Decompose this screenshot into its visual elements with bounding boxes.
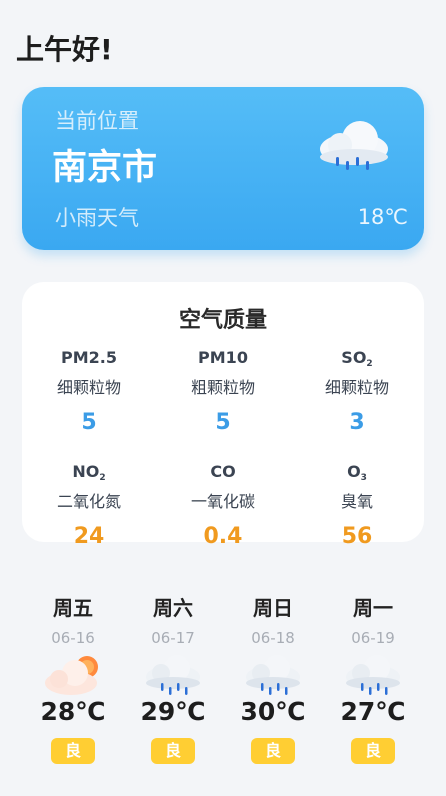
aq-desc: 臭氧 (340, 492, 373, 511)
aq-item-co: CO 一氧化碳 0.4 (163, 462, 283, 549)
aq-name: CO (210, 462, 236, 481)
aq-item-no2: NO2 二氧化氮 24 (29, 462, 149, 549)
city-name: 南京市 (52, 148, 158, 188)
aq-desc: 一氧化碳 (190, 492, 255, 511)
air-quality-badge: 良 (351, 738, 395, 764)
rain-cloud-icon (320, 121, 388, 170)
aq-desc: 细颗粒物 (56, 378, 121, 397)
forecast-day[interactable]: 周六 06-17 29℃ 良 (123, 592, 223, 764)
air-quality-card: 空气质量 PM2.5 细颗粒物 5 PM10 粗颗粒物 5 SO2 细颗粒物 3… (22, 282, 424, 549)
aq-desc: 细颗粒物 (324, 378, 389, 397)
aq-value: 56 (341, 524, 373, 549)
forecast-temperature: 29℃ (140, 697, 206, 726)
forecast-weekday: 周日 (253, 596, 293, 620)
weather-description: 小雨天气 (55, 206, 139, 230)
rain-cloud-icon (246, 655, 300, 695)
rain-cloud-icon (146, 655, 200, 695)
aq-name: PM10 (198, 348, 248, 367)
aq-name: NO2 (72, 462, 106, 483)
aq-value: 0.4 (203, 524, 243, 549)
aq-item-o3: O3 臭氧 56 (297, 462, 417, 549)
aq-value: 24 (73, 524, 105, 549)
aq-item-so2: SO2 细颗粒物 3 (297, 348, 417, 435)
location-label: 当前位置 (55, 109, 139, 133)
forecast-weekday: 周一 (353, 596, 393, 620)
air-quality-badge: 良 (251, 738, 295, 764)
sun-cloud-icon (45, 656, 98, 695)
forecast-day[interactable]: 周日 06-18 30℃ 良 (223, 592, 323, 764)
forecast-weekday: 周五 (53, 596, 93, 620)
forecast-temperature: 30℃ (240, 697, 306, 726)
aq-item-pm25: PM2.5 细颗粒物 5 (29, 348, 149, 435)
current-location-card[interactable]: 当前位置 南京市 小雨天气 18℃ (22, 87, 424, 250)
aq-name: O3 (347, 462, 367, 483)
air-quality-title: 空气质量 (178, 308, 267, 333)
aq-item-pm10: PM10 粗颗粒物 5 (163, 348, 283, 435)
aq-name: SO2 (341, 348, 373, 369)
forecast-day[interactable]: 周五 06-16 28℃ 良 (23, 592, 123, 764)
aq-value: 5 (215, 410, 231, 435)
aq-name: PM2.5 (61, 348, 117, 367)
forecast-date: 06-18 (251, 629, 295, 647)
air-quality-badge: 良 (151, 738, 195, 764)
air-quality-badge: 良 (51, 738, 95, 764)
aq-desc: 二氧化氮 (56, 492, 121, 511)
forecast-day[interactable]: 周一 06-19 27℃ 良 (323, 592, 423, 764)
aq-value: 5 (81, 410, 97, 435)
greeting-title: 上午好! (16, 33, 113, 66)
forecast-date: 06-19 (351, 629, 395, 647)
aq-desc: 粗颗粒物 (190, 378, 255, 397)
aq-value: 3 (349, 410, 365, 435)
forecast-weekday: 周六 (153, 596, 193, 620)
forecast-date: 06-16 (51, 629, 95, 647)
forecast-date: 06-17 (151, 629, 195, 647)
rain-cloud-icon (346, 655, 400, 695)
current-temperature: 18℃ (357, 205, 408, 229)
forecast-temperature: 28℃ (40, 697, 106, 726)
forecast-temperature: 27℃ (340, 697, 406, 726)
